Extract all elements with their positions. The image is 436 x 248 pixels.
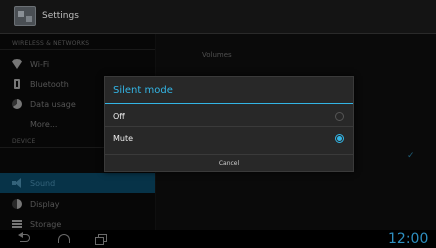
home-icon[interactable] — [57, 234, 71, 244]
recent-apps-icon[interactable] — [95, 234, 109, 245]
radio-selected-icon[interactable] — [335, 134, 344, 143]
radio-unselected-icon[interactable] — [335, 112, 344, 121]
cancel-button[interactable]: Cancel — [105, 154, 353, 172]
silent-mode-dialog: Silent mode Off Mute Cancel — [104, 76, 354, 172]
option-label: Mute — [113, 134, 134, 143]
back-icon[interactable] — [18, 232, 32, 244]
option-off[interactable]: Off — [105, 107, 353, 127]
settings-app-icon[interactable] — [14, 6, 36, 26]
navigation-bar: 12:00 — [0, 230, 436, 248]
option-mute[interactable]: Mute — [105, 129, 353, 149]
status-clock: 12:00 — [388, 231, 429, 247]
option-label: Off — [113, 112, 125, 121]
action-bar: Settings — [0, 0, 436, 34]
dialog-title: Silent mode — [105, 77, 353, 104]
app-title: Settings — [42, 11, 79, 21]
